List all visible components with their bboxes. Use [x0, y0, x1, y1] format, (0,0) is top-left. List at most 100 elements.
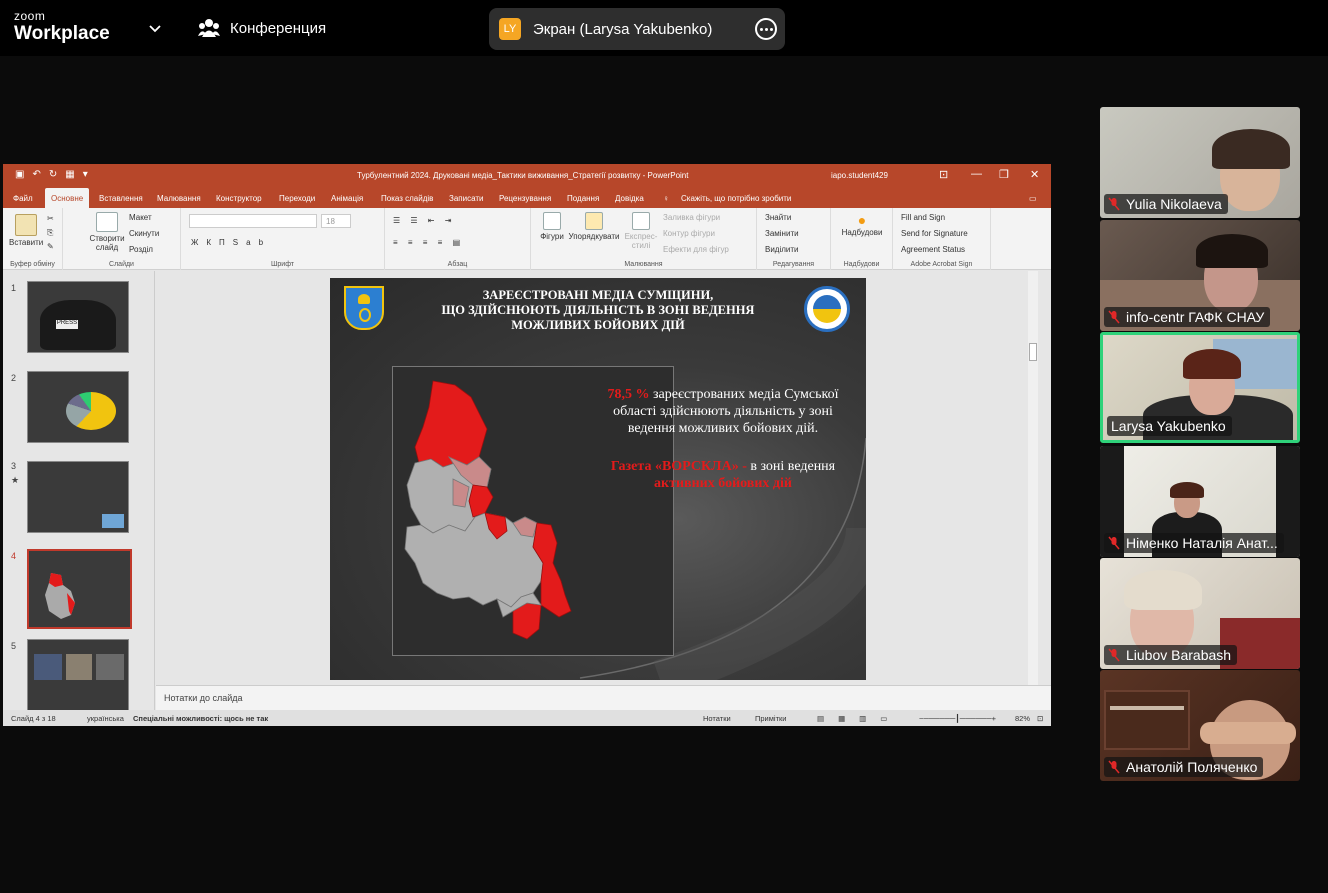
vertical-scrollbar[interactable]	[1028, 271, 1038, 685]
tab-view[interactable]: Подання	[567, 194, 599, 203]
more-options-icon[interactable]	[755, 18, 777, 40]
fill-sign-button[interactable]: Fill and Sign	[901, 213, 945, 222]
copy-icon[interactable]: ⎘	[47, 228, 53, 238]
ribbon-display-icon[interactable]: ⊡	[939, 168, 948, 181]
redo-icon[interactable]: ↻	[49, 169, 57, 180]
find-button[interactable]: Знайти	[765, 213, 791, 222]
tab-animations[interactable]: Анімація	[331, 194, 363, 203]
new-slide-label: Створити слайд	[89, 234, 125, 252]
participant-tile[interactable]: Yulia Nikolaeva	[1100, 107, 1300, 218]
animation-mark-icon: ★	[11, 475, 20, 485]
participant-tile[interactable]: info-centr ГАФК СНАУ	[1100, 220, 1300, 331]
arrange-button[interactable]: Упорядкувати	[567, 212, 621, 241]
comments-toggle[interactable]: Примітки	[755, 714, 786, 723]
accessibility-status[interactable]: Спеціальні можливості: щось не так	[133, 714, 268, 723]
reset-button[interactable]: Скинути	[129, 229, 159, 238]
tab-home[interactable]: Основне	[45, 188, 90, 208]
drawing-group: Фігури Упорядкувати Експрес-стилі Заливк…	[531, 208, 757, 270]
participant-name: info-centr ГАФК СНАУ	[1126, 309, 1265, 325]
slide-thumb-3[interactable]	[27, 461, 129, 533]
cut-icon[interactable]: ✂	[47, 214, 54, 223]
sharer-avatar: LY	[499, 18, 521, 40]
scroll-thumb[interactable]	[1029, 343, 1037, 361]
acrobat-group-label: Adobe Acrobat Sign	[910, 261, 973, 268]
participant-tile[interactable]: Анатолій Поляченко	[1100, 670, 1300, 781]
participant-name-tag: Німенко Наталія Анат...	[1104, 533, 1284, 553]
tab-help[interactable]: Довідка	[615, 194, 644, 203]
shape-effects-button[interactable]: Ефекти для фігур	[663, 245, 729, 254]
fit-slide-icon[interactable]: ⊡	[1037, 714, 1043, 723]
font-name-field[interactable]	[189, 214, 317, 228]
align-buttons[interactable]: ≡ ≡ ≡ ≡ ▤	[393, 238, 464, 247]
agreement-status-button[interactable]: Agreement Status	[901, 245, 965, 254]
participant-tile[interactable]: Німенко Наталія Анат...	[1100, 446, 1300, 557]
replace-button[interactable]: Замінити	[765, 229, 799, 238]
notes-pane[interactable]: Нотатки до слайда	[156, 685, 1051, 710]
shapes-button[interactable]: Фігури	[539, 212, 565, 241]
view-buttons[interactable]: ▤▦▥▭	[817, 714, 901, 723]
slide-thumb-5[interactable]	[27, 639, 129, 711]
quick-styles-button[interactable]: Експрес-стилі	[621, 212, 661, 250]
new-slide-button[interactable]: Створити слайд	[85, 212, 129, 252]
zoom-logo-bottom: Workplace	[14, 23, 110, 44]
zoom-level[interactable]: 82%	[1015, 714, 1030, 723]
paste-label: Вставити	[9, 238, 44, 247]
font-size-field[interactable]: 18	[321, 214, 351, 228]
comment-icon[interactable]: ▭	[1029, 194, 1037, 203]
slide-thumb-1[interactable]: PRESS	[27, 281, 129, 353]
participant-tile-speaking[interactable]: Larysa Yakubenko	[1100, 332, 1300, 443]
language[interactable]: українська	[87, 714, 124, 723]
map-thumb	[45, 573, 75, 619]
slide-editor: ЗАРЕЄСТРОВАНІ МЕДІА СУМЩИНИ, ЩО ЗДІЙСНЮЮ…	[156, 271, 1040, 685]
zoom-slider[interactable]: −──────┃──────+	[919, 714, 996, 723]
addins-button[interactable]: ● Надбудови	[839, 212, 885, 237]
tab-transitions[interactable]: Переходи	[279, 194, 315, 203]
tab-design[interactable]: Конструктор	[216, 194, 262, 203]
select-button[interactable]: Виділити	[765, 245, 799, 254]
shape-fill-button[interactable]: Заливка фігури	[663, 213, 720, 222]
tab-draw[interactable]: Малювання	[157, 194, 201, 203]
meeting-info-button[interactable]: Конференция	[198, 18, 326, 38]
quick-styles-icon	[632, 212, 650, 230]
paste-button[interactable]: Вставити	[9, 214, 43, 247]
format-painter-icon[interactable]: ✎	[47, 242, 54, 251]
arrange-label: Упорядкувати	[568, 232, 620, 241]
send-signature-button[interactable]: Send for Signature	[901, 229, 968, 238]
press-label: PRESS	[56, 320, 78, 329]
quick-access-toolbar: ▣ ↶ ↻ ▦ ▾	[15, 169, 88, 180]
thumb-number: 1	[11, 283, 17, 293]
section-button[interactable]: Розділ	[129, 245, 153, 254]
tab-record[interactable]: Записати	[449, 194, 484, 203]
restore-icon[interactable]: ❐	[999, 168, 1009, 181]
notes-toggle[interactable]: Нотатки	[703, 714, 731, 723]
close-icon[interactable]: ✕	[1030, 168, 1039, 181]
save-icon[interactable]: ▣	[15, 169, 24, 180]
screen-share-pill[interactable]: LY Экран (Larysa Yakubenko)	[489, 8, 785, 50]
shapes-icon	[543, 212, 561, 230]
slide-title-line-3: МОЖЛИВИХ БОЙОВИХ ДІЙ	[511, 318, 685, 332]
list-buttons[interactable]: ☰ ☰ ⇤ ⇥	[393, 216, 455, 225]
tab-slideshow[interactable]: Показ слайдів	[381, 194, 433, 203]
chevron-down-icon[interactable]	[146, 20, 164, 38]
customize-icon[interactable]: ▾	[83, 169, 88, 180]
tab-review[interactable]: Рецензування	[499, 194, 551, 203]
shape-outline-button[interactable]: Контур фігури	[663, 229, 715, 238]
tab-insert[interactable]: Вставлення	[99, 194, 143, 203]
ppt-user-name[interactable]: iapo.student429	[831, 171, 888, 180]
chart-thumb	[102, 514, 124, 528]
powerpoint-window: ▣ ↶ ↻ ▦ ▾ Турбулентний 2024. Друковані м…	[3, 164, 1051, 726]
layout-button[interactable]: Макет	[129, 213, 152, 222]
current-slide[interactable]: ЗАРЕЄСТРОВАНІ МЕДІА СУМЩИНИ, ЩО ЗДІЙСНЮЮ…	[330, 278, 866, 680]
participant-name: Larysa Yakubenko	[1111, 418, 1226, 434]
tab-file[interactable]: Файл	[13, 194, 33, 203]
slide-title-line-2: ЩО ЗДІЙСНЮЮТЬ ДІЯЛЬНІСТЬ В ЗОНІ ВЕДЕННЯ	[441, 303, 755, 317]
slide-thumb-2[interactable]	[27, 371, 129, 443]
slide-thumb-4-selected[interactable]	[27, 549, 132, 629]
font-group-label: Шрифт	[270, 261, 295, 268]
tell-me-search[interactable]: Скажіть, що потрібно зробити	[681, 194, 791, 203]
minimize-icon[interactable]: —	[971, 168, 982, 180]
slideshow-icon[interactable]: ▦	[65, 169, 74, 180]
participant-tile[interactable]: Liubov Barabash	[1100, 558, 1300, 669]
undo-icon[interactable]: ↶	[32, 169, 40, 180]
font-format-buttons[interactable]: ЖКПSab	[191, 238, 271, 247]
